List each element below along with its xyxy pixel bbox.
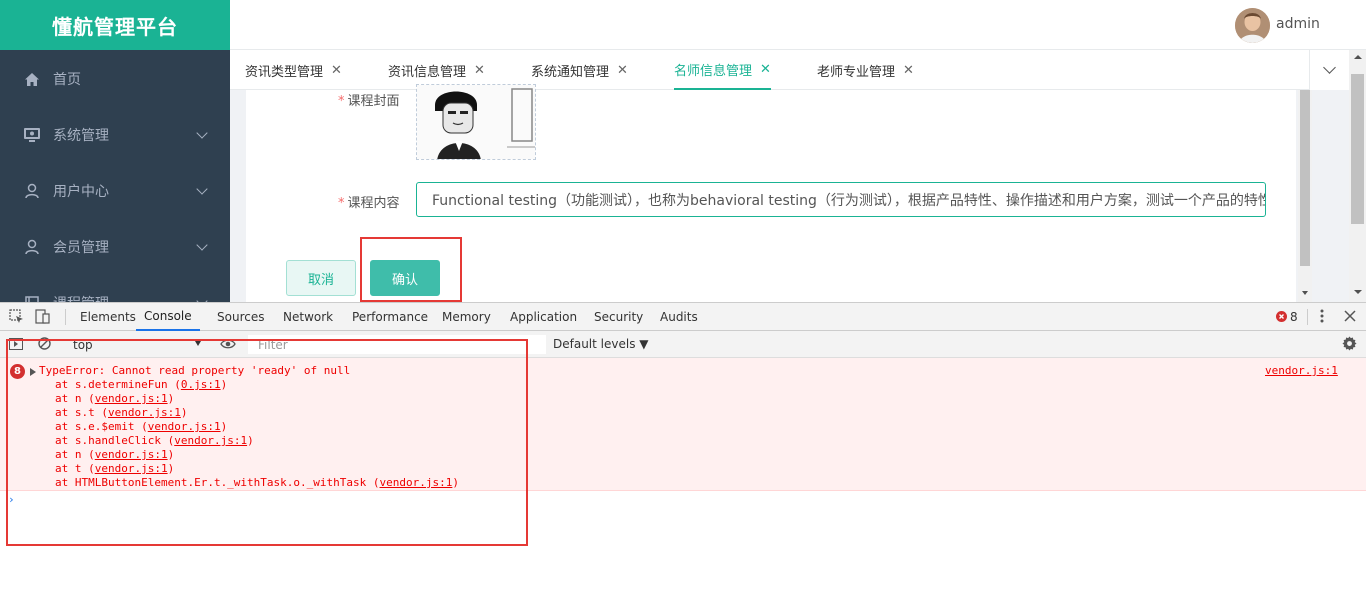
log-levels-select[interactable]: Default levels ▼ xyxy=(553,337,649,351)
home-icon xyxy=(23,70,41,88)
device-toolbar-icon[interactable] xyxy=(35,309,50,327)
sidebar-item-label: 用户中心 xyxy=(53,184,109,200)
user-icon xyxy=(23,238,41,256)
sidebar-item-label: 系统管理 xyxy=(53,128,109,144)
error-source-link[interactable]: vendor.js:1 xyxy=(1265,364,1338,377)
scroll-up-arrow-icon[interactable] xyxy=(1354,55,1362,59)
gear-icon[interactable] xyxy=(1342,336,1357,354)
devtools-tab-network[interactable]: Network xyxy=(283,303,333,331)
content-label-text: 课程内容 xyxy=(347,196,400,211)
close-icon[interactable]: ✕ xyxy=(903,63,914,78)
close-icon[interactable]: ✕ xyxy=(760,62,771,77)
cover-label: * 课程封面 xyxy=(338,90,400,109)
scroll-down-arrow-icon[interactable] xyxy=(1354,290,1362,294)
tab-label: 资讯信息管理 xyxy=(388,64,467,80)
top-header xyxy=(230,0,1366,50)
chevron-down-icon xyxy=(196,183,208,195)
console-highlight-box xyxy=(6,339,528,546)
more-options-icon[interactable] xyxy=(1320,309,1324,326)
cover-image xyxy=(417,85,535,159)
tab-label: 老师专业管理 xyxy=(817,64,896,80)
tab-label: 系统通知管理 xyxy=(531,64,610,80)
monitor-icon xyxy=(23,126,41,144)
devtools-tab-memory[interactable]: Memory xyxy=(442,303,491,331)
book-icon xyxy=(23,294,41,302)
content-label: * 课程内容 xyxy=(338,192,400,211)
user-name[interactable]: admin xyxy=(1276,16,1320,32)
sidebar-item-label: 课程管理 xyxy=(53,293,109,302)
devtools-tab-audits[interactable]: Audits xyxy=(660,303,698,331)
chevron-down-icon xyxy=(1323,61,1336,74)
toolbar-separator xyxy=(65,309,66,325)
devtools-tab-application[interactable]: Application xyxy=(510,303,577,331)
sidebar-item-home[interactable]: 首页 xyxy=(0,51,230,107)
user-icon xyxy=(23,182,41,200)
inspect-element-icon[interactable] xyxy=(9,309,24,327)
app-root: 懂航管理平台 首页 系统管理 用户中心 会员管理 admin 资讯类型管理 ✕ … xyxy=(0,0,1366,608)
tab-info-type[interactable]: 资讯类型管理 ✕ xyxy=(245,50,342,90)
devtools-tab-sources[interactable]: Sources xyxy=(217,303,264,331)
page-scrollbar[interactable] xyxy=(1349,50,1366,302)
tab-label: 名师信息管理 xyxy=(674,63,753,79)
devtools-tab-security[interactable]: Security xyxy=(594,303,643,331)
avatar-image xyxy=(1235,8,1270,43)
scrollbar-thumb[interactable] xyxy=(1300,90,1310,266)
confirm-highlight-box xyxy=(360,237,462,302)
error-count-icon[interactable] xyxy=(1276,311,1287,322)
app-logo: 懂航管理平台 xyxy=(0,0,230,50)
sidebar-item-label: 会员管理 xyxy=(53,240,109,256)
devtools-tab-performance[interactable]: Performance xyxy=(352,303,428,331)
required-mark: * xyxy=(338,196,345,211)
avatar[interactable] xyxy=(1235,8,1270,43)
error-count[interactable]: 8 xyxy=(1290,310,1298,324)
cover-label-text: 课程封面 xyxy=(347,94,400,109)
sidebar-item-system[interactable]: 系统管理 xyxy=(0,107,230,163)
sidebar-item-courses[interactable]: 课程管理 xyxy=(0,275,230,302)
close-icon[interactable]: ✕ xyxy=(474,63,485,78)
close-icon[interactable]: ✕ xyxy=(331,63,342,78)
devtools-tabbar: Elements Console Sources Network Perform… xyxy=(0,303,1366,331)
content-scrollbar[interactable] xyxy=(1298,90,1312,302)
tab-dropdown-button[interactable] xyxy=(1309,50,1349,90)
toolbar-separator xyxy=(1307,309,1308,325)
sidebar: 首页 系统管理 用户中心 会员管理 xyxy=(0,50,230,302)
sidebar-item-user-center[interactable]: 用户中心 xyxy=(0,163,230,219)
chevron-down-icon xyxy=(196,295,208,302)
close-icon[interactable] xyxy=(1344,310,1356,325)
tab-bar: 资讯类型管理 ✕ 资讯信息管理 ✕ 系统通知管理 ✕ 名师信息管理 ✕ 老师专业… xyxy=(230,50,1366,90)
close-icon[interactable]: ✕ xyxy=(617,63,628,78)
tab-system-notice[interactable]: 系统通知管理 ✕ xyxy=(531,50,628,90)
devtools-tab-console[interactable]: Console xyxy=(136,303,200,331)
cancel-button[interactable]: 取消 xyxy=(286,260,356,296)
sidebar-item-label: 首页 xyxy=(53,72,81,88)
tab-teacher-major[interactable]: 老师专业管理 ✕ xyxy=(817,50,914,90)
chevron-down-icon xyxy=(196,239,208,251)
sidebar-item-members[interactable]: 会员管理 xyxy=(0,219,230,275)
required-mark: * xyxy=(338,94,345,109)
chevron-down-icon xyxy=(196,127,208,139)
course-content-input[interactable]: Functional testing（功能测试），也称为behavioral t… xyxy=(416,182,1266,217)
admin-app: 懂航管理平台 首页 系统管理 用户中心 会员管理 admin 资讯类型管理 ✕ … xyxy=(0,0,1366,302)
scroll-down-arrow-icon[interactable] xyxy=(1302,291,1308,295)
scrollbar-thumb[interactable] xyxy=(1351,74,1364,224)
devtools-tab-elements[interactable]: Elements xyxy=(80,303,136,331)
cover-uploader[interactable] xyxy=(416,84,536,160)
tab-label: 资讯类型管理 xyxy=(245,64,324,80)
tab-teacher-info[interactable]: 名师信息管理 ✕ xyxy=(674,50,771,90)
